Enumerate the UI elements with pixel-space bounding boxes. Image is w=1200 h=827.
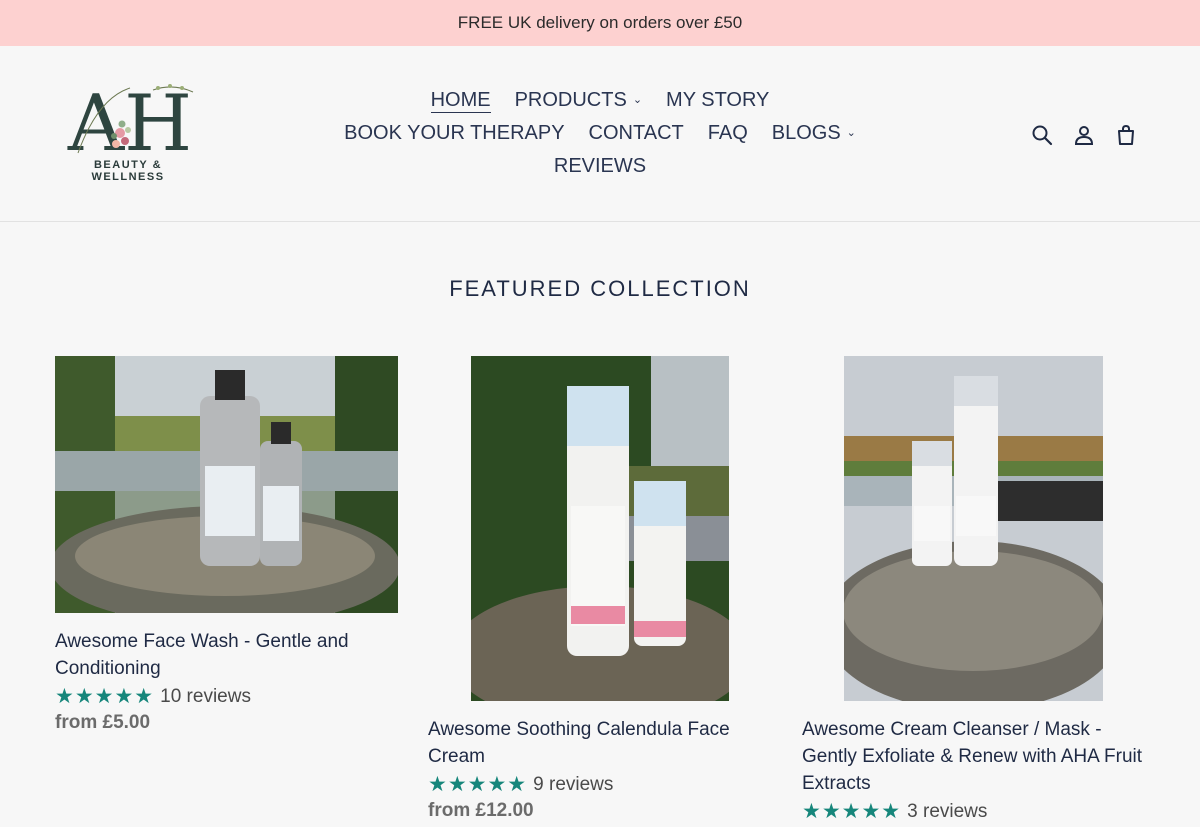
nav-blogs[interactable]: BLOGS ⌄ xyxy=(772,122,856,145)
logo[interactable]: AH BEAUTY & WELLNESS xyxy=(58,78,203,183)
nav-book-your-therapy[interactable]: BOOK YOUR THERAPY xyxy=(344,122,564,145)
nav-contact[interactable]: CONTACT xyxy=(589,122,684,145)
chevron-down-icon: ⌄ xyxy=(846,127,856,139)
product-rating: ★★★★★ 9 reviews xyxy=(428,772,771,797)
product-info: Awesome Face Wash - Gentle and Condition… xyxy=(55,628,398,734)
site-header: AH BEAUTY & WELLNESS HOME PRODUCTS ⌄ MY S… xyxy=(0,46,1200,222)
search-icon[interactable] xyxy=(1030,123,1054,147)
nav-faq[interactable]: FAQ xyxy=(708,122,748,145)
nav-products[interactable]: PRODUCTS ⌄ xyxy=(515,89,642,112)
nav-row-3: REVIEWS xyxy=(300,150,900,183)
svg-text:AH: AH xyxy=(67,79,192,169)
chevron-down-icon: ⌄ xyxy=(632,94,643,106)
nav-row-1: HOME PRODUCTS ⌄ MY STORY xyxy=(300,84,900,117)
account-icon[interactable] xyxy=(1072,123,1096,147)
product-title[interactable]: Awesome Soothing Calendula Face Cream xyxy=(428,716,771,770)
product-image[interactable] xyxy=(844,356,1103,701)
product-info: Awesome Soothing Calendula Face Cream ★★… xyxy=(428,716,771,822)
product-rating: ★★★★★ 10 reviews xyxy=(55,684,398,709)
review-count: 3 reviews xyxy=(907,800,988,822)
nav-reviews[interactable]: REVIEWS xyxy=(554,155,646,178)
nav-home[interactable]: HOME xyxy=(430,89,491,113)
product-rating: ★★★★★ 3 reviews xyxy=(802,799,1145,824)
cart-icon[interactable] xyxy=(1114,123,1138,147)
nav-row-2: BOOK YOUR THERAPY CONTACT FAQ BLOGS ⌄ xyxy=(300,117,900,150)
product-info: Awesome Cream Cleanser / Mask - Gently E… xyxy=(802,716,1145,827)
product-price: from £12.00 xyxy=(428,800,534,821)
rating-stars: ★★★★★ xyxy=(802,800,902,823)
review-count: 10 reviews xyxy=(160,685,251,707)
header-icons xyxy=(1030,123,1138,147)
logo-tagline: BEAUTY & WELLNESS xyxy=(91,159,165,183)
rating-stars: ★★★★★ xyxy=(55,685,155,708)
review-count: 9 reviews xyxy=(533,773,614,795)
product-price: from £5.00 xyxy=(55,712,151,733)
product-title[interactable]: Awesome Cream Cleanser / Mask - Gently E… xyxy=(802,716,1145,797)
section-title: FEATURED COLLECTION xyxy=(449,276,751,301)
product-image[interactable] xyxy=(471,356,729,701)
product-image[interactable] xyxy=(55,356,398,613)
rating-stars: ★★★★★ xyxy=(428,773,528,796)
product-title[interactable]: Awesome Face Wash - Gentle and Condition… xyxy=(55,628,398,682)
main-navigation: HOME PRODUCTS ⌄ MY STORY BOOK YOUR THERAP… xyxy=(300,84,900,183)
announcement-text: FREE UK delivery on orders over £50 xyxy=(457,13,743,32)
announcement-bar: FREE UK delivery on orders over £50 xyxy=(0,0,1200,46)
nav-my-story[interactable]: MY STORY xyxy=(666,89,769,112)
